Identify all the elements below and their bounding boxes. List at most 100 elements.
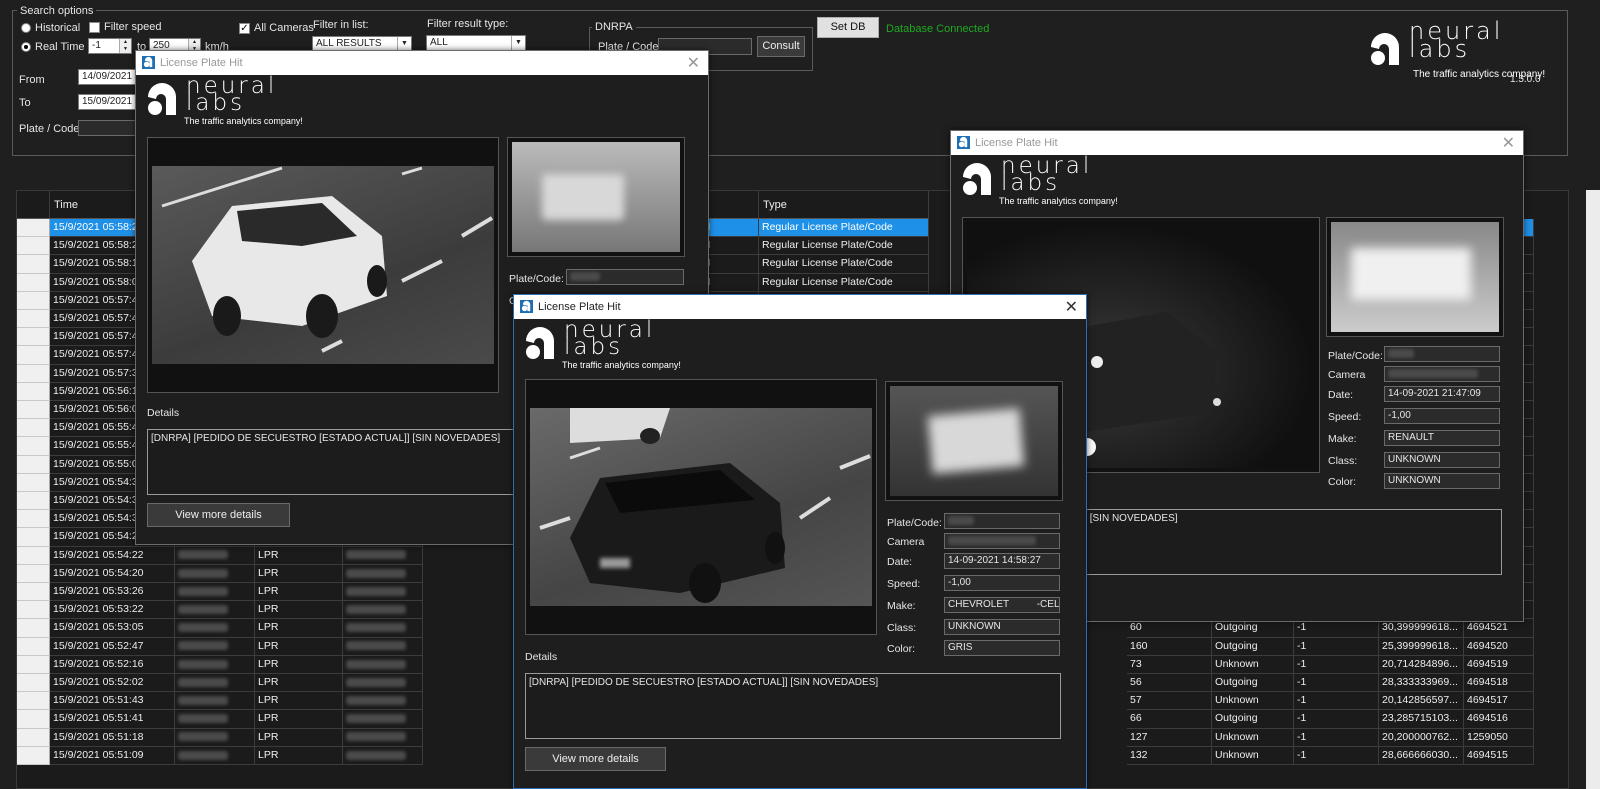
row-header[interactable]: [17, 674, 50, 693]
dialog-1-plate-label: Plate/Code:: [509, 273, 564, 285]
row-header[interactable]: [17, 583, 50, 602]
dialog-3-title: License Plate Hit: [538, 301, 621, 313]
redacted-value: [178, 732, 228, 742]
dialog-3-view-more-button[interactable]: View more details: [525, 747, 666, 771]
redacted-value: [346, 623, 406, 633]
cell-plate: [343, 546, 423, 565]
row-header[interactable]: [17, 473, 50, 492]
row-header[interactable]: [17, 746, 50, 765]
set-db-button[interactable]: Set DB: [817, 17, 879, 38]
row-header[interactable]: [17, 255, 50, 274]
row-header[interactable]: [17, 564, 50, 583]
row-header[interactable]: [17, 437, 50, 456]
cell-plate: [343, 601, 423, 620]
dialog-3-details-box: [DNRPA] [PEDIDO DE SECUESTRO [ESTADO ACT…: [525, 673, 1061, 739]
row-header[interactable]: [17, 728, 50, 747]
dialog-1-view-more-button[interactable]: View more details: [147, 503, 290, 527]
dialog-2-date-field[interactable]: 14-09-2021 21:47:09: [1384, 386, 1500, 402]
redacted-value: [178, 604, 228, 614]
grid-vertical-scrollbar[interactable]: [1586, 190, 1600, 789]
row-header[interactable]: [17, 401, 50, 420]
dialog-2-speed-field[interactable]: -1,00: [1384, 408, 1500, 424]
row-header[interactable]: [17, 619, 50, 638]
dialog-3-titlebar[interactable]: License Plate Hit ✕: [514, 295, 1086, 319]
row-header[interactable]: [17, 655, 50, 674]
cell-source: LPR: [255, 583, 343, 602]
cell-source: LPR: [255, 674, 343, 693]
consult-button[interactable]: Consult: [757, 36, 805, 57]
cell-time: 15/9/2021 05:53:26: [50, 583, 175, 602]
cell-camera: [175, 692, 255, 711]
row-header[interactable]: [17, 328, 50, 347]
row-header[interactable]: [17, 637, 50, 656]
dialog-3-make-field[interactable]: CHEVROLET -CEL: [944, 597, 1060, 613]
cell-type: Regular License Plate/Code: [759, 237, 929, 256]
cell-direction: Outgoing: [1212, 710, 1294, 729]
filter-result-select[interactable]: ALL ▼: [426, 35, 526, 51]
cell-confidence: 25,399999618...: [1379, 637, 1464, 656]
close-icon[interactable]: ✕: [687, 53, 700, 73]
column-header-type[interactable]: Type: [759, 191, 929, 219]
close-icon[interactable]: ✕: [1502, 133, 1515, 153]
dialog-1-plate-field[interactable]: [566, 269, 684, 285]
speed-from-spinner[interactable]: ▲ ▼: [119, 39, 131, 53]
row-header[interactable]: [17, 546, 50, 565]
dark-sedan-image: [539, 408, 871, 603]
from-date-input[interactable]: 14/09/2021 0: [78, 69, 138, 85]
cell-time: 15/9/2021 05:53:05: [50, 619, 175, 638]
dialog-2-camera-field[interactable]: [1384, 366, 1500, 382]
row-header[interactable]: [17, 455, 50, 474]
all-cameras-label: All Cameras: [254, 22, 314, 34]
logo-word-labs: labs: [564, 334, 624, 360]
row-header[interactable]: [17, 346, 50, 365]
logo-tagline: The traffic analytics company!: [562, 360, 681, 370]
dialog-2-titlebar[interactable]: License Plate Hit ✕: [951, 131, 1523, 155]
cell-source: LPR: [255, 692, 343, 711]
row-header[interactable]: [17, 601, 50, 620]
cell-source: LPR: [255, 546, 343, 565]
row-header[interactable]: [17, 310, 50, 329]
dialog-2-plate-field[interactable]: [1384, 346, 1500, 362]
to-label: To: [19, 97, 31, 109]
row-header[interactable]: [17, 692, 50, 711]
all-cameras-checkbox[interactable]: ✓: [239, 22, 250, 34]
dialog-3-class-label: Class:: [887, 622, 917, 634]
dialog-3-color-field[interactable]: GRIS: [944, 640, 1060, 656]
redacted-value: [346, 714, 406, 724]
cell-direction: Unknown: [1212, 746, 1294, 765]
historical-radio[interactable]: [21, 22, 31, 34]
dialog-3-speed-field[interactable]: -1,00: [944, 575, 1060, 591]
row-header[interactable]: [17, 492, 50, 511]
cell-time: 15/9/2021 05:52:47: [50, 637, 175, 656]
row-header[interactable]: [17, 382, 50, 401]
dialog-3-class-field[interactable]: UNKNOWN: [944, 619, 1060, 635]
dialog-3-plate-field[interactable]: [944, 513, 1060, 529]
dialog-2-make-field[interactable]: RENAULT: [1384, 430, 1500, 446]
redacted-value: [346, 550, 406, 560]
realtime-radio[interactable]: [21, 41, 31, 53]
row-header[interactable]: [17, 291, 50, 310]
dialog-3-date-field[interactable]: 14-09-2021 14:58:27: [944, 553, 1060, 569]
row-header[interactable]: [17, 273, 50, 292]
dialog-3-camera-field[interactable]: [944, 533, 1060, 549]
speed-from-input[interactable]: -1 ▲ ▼: [88, 38, 132, 54]
to-date-input[interactable]: 15/09/2021 0: [78, 94, 138, 110]
database-status: Database Connected: [886, 23, 990, 35]
cell-source: LPR: [255, 637, 343, 656]
row-header[interactable]: [17, 710, 50, 729]
row-header[interactable]: [17, 237, 50, 256]
row-header[interactable]: [17, 528, 50, 547]
filter-speed-checkbox[interactable]: [89, 21, 100, 33]
close-icon[interactable]: ✕: [1065, 297, 1078, 317]
row-header[interactable]: [17, 419, 50, 438]
chevron-down-icon[interactable]: ▼: [511, 36, 525, 50]
chevron-down-icon[interactable]: ▼: [397, 37, 411, 51]
row-header[interactable]: [17, 219, 50, 238]
dialog-1-titlebar[interactable]: License Plate Hit ✕: [136, 51, 708, 75]
row-header[interactable]: [17, 510, 50, 529]
dialog-3-camera-label: Camera: [887, 536, 925, 548]
dialog-2-color-field[interactable]: UNKNOWN: [1384, 473, 1500, 489]
plate-search-input[interactable]: [78, 120, 138, 136]
row-header[interactable]: [17, 364, 50, 383]
dialog-2-class-field[interactable]: UNKNOWN: [1384, 452, 1500, 468]
